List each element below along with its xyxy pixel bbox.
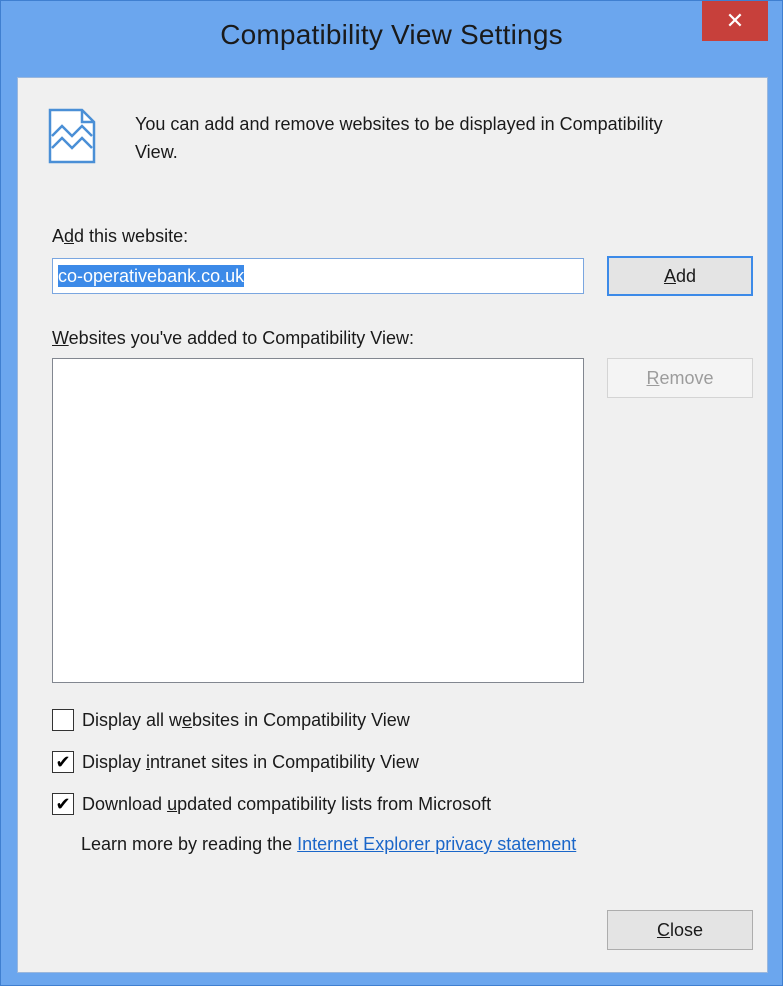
websites-list-label: Websites you've added to Compatibility V… [52,328,414,348]
display-intranet-checkbox[interactable]: ✔ [52,751,74,773]
learn-more-text: Learn more by reading the Internet Explo… [81,834,577,854]
compatibility-view-icon [48,108,96,164]
download-lists-label: Download updated compatibility lists fro… [82,794,492,814]
title-bar[interactable]: Compatibility View Settings ✕ [1,1,782,77]
add-website-label: Add this website: [52,226,189,246]
add-website-input-value: co-operativebank.co.uk [58,265,245,287]
dialog-content: You can add and remove websites to be di… [17,77,768,973]
add-button[interactable]: Add [607,256,753,296]
dialog-window: Compatibility View Settings ✕ You can ad… [0,0,783,986]
websites-list[interactable] [52,358,584,683]
info-text: You can add and remove websites to be di… [135,114,663,162]
close-button[interactable]: Close [607,910,753,950]
dialog-title: Compatibility View Settings [220,19,563,50]
display-intranet-label: Display intranet sites in Compatibility … [82,752,419,772]
add-website-input[interactable]: co-operativebank.co.uk [52,258,584,294]
remove-button[interactable]: Remove [607,358,753,398]
display-all-websites-label: Display all websites in Compatibility Vi… [82,710,410,730]
download-lists-checkbox[interactable]: ✔ [52,793,74,815]
privacy-statement-link[interactable]: Internet Explorer privacy statement [297,834,576,854]
close-icon[interactable]: ✕ [702,1,768,41]
display-all-websites-checkbox[interactable] [52,709,74,731]
